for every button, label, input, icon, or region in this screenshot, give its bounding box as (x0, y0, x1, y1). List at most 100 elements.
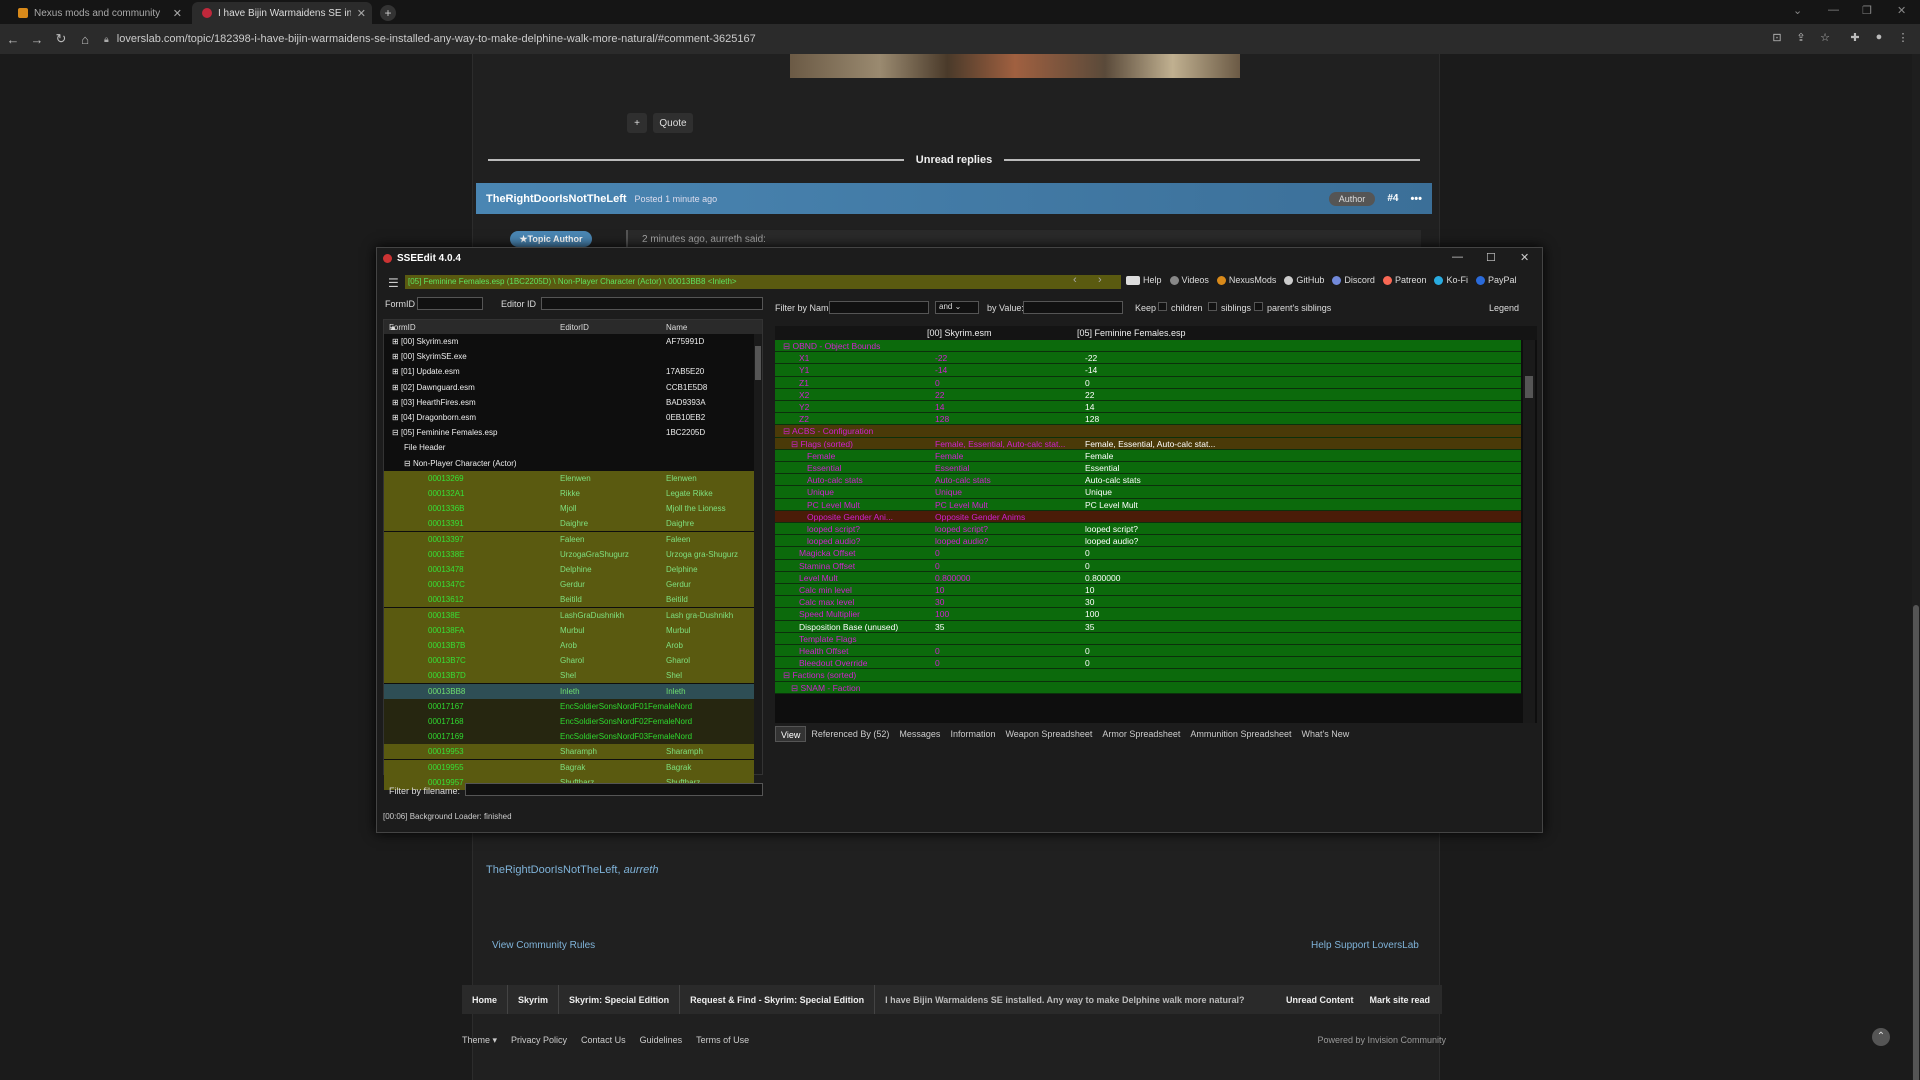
theme-menu[interactable]: Theme ▾ (462, 1035, 497, 1046)
close-window-icon[interactable]: ✕ (1897, 4, 1906, 17)
collapse-icon[interactable]: ⊟ (404, 459, 413, 468)
tree-row[interactable]: 000132A1 Rikke Legate Rikke (384, 486, 754, 501)
scrollbar-thumb[interactable] (1913, 605, 1919, 1080)
scrollbar-thumb[interactable] (1525, 376, 1533, 398)
discord-link[interactable]: Discord (1332, 275, 1375, 285)
tree-row[interactable]: 0001336B Mjoll Mjoll the Lioness (384, 501, 754, 517)
tree-row[interactable]: ⊟ Non-Player Character (Actor) (384, 456, 754, 471)
tree-row[interactable]: ⊞ [04] Dragonborn.esm 0EB10EB2 (384, 410, 754, 425)
tree-row[interactable]: 00013269 Elenwen Elenwen (384, 470, 754, 486)
tree-row[interactable]: ⊟ [05] Feminine Females.esp 1BC2205D (384, 425, 754, 440)
editorid-input[interactable] (541, 297, 763, 310)
tree-row[interactable]: 00013BB8 Inleth Inleth (384, 683, 754, 699)
breadcrumb-skyrim[interactable]: Skyrim (508, 985, 560, 1014)
grid-row[interactable]: X1 -22 -22 (775, 352, 1521, 365)
grid-row[interactable]: ⊟ Factions (sorted) (775, 669, 1521, 682)
share-icon[interactable]: ⇪ (1794, 31, 1808, 45)
mark-site-read-link[interactable]: Mark site read (1369, 995, 1430, 1005)
expand-icon[interactable]: ⊞ (392, 352, 401, 361)
back-icon[interactable]: ← (2, 32, 24, 47)
view-tab[interactable]: Armor Spreadsheet (1097, 726, 1185, 742)
plus-button[interactable]: + (627, 113, 647, 133)
and-or-select[interactable]: and ⌄ (935, 301, 979, 314)
expand-icon[interactable]: ⊞ (392, 383, 401, 392)
grid-row[interactable]: Female Female Female (775, 449, 1521, 462)
grid-row[interactable]: Template Flags (775, 632, 1521, 645)
grid-row[interactable]: looped audio? looped audio? looped audio? (775, 535, 1521, 548)
grid-row[interactable]: Y1 -14 -14 (775, 364, 1521, 377)
tree-row[interactable]: 00013397 Faleen Faleen (384, 531, 754, 547)
nav-forward-icon[interactable]: › (1098, 274, 1102, 286)
address-bar[interactable]: 🔒︎ loverslab.com/topic/182398-i-have-bij… (104, 29, 1744, 49)
view-tab[interactable]: Messages (894, 726, 945, 742)
grid-row[interactable]: Speed Multiplier 100 100 (775, 608, 1521, 621)
collapse-icon[interactable]: ⊟ (783, 426, 792, 436)
tree-row[interactable]: 00013B7C Gharol Gharol (384, 653, 754, 669)
tree-row[interactable]: ⊞ [03] HearthFires.esm BAD9393A (384, 395, 754, 410)
tree-row[interactable]: 000138E LashGraDushnikh Lash gra-Dushnikh (384, 607, 754, 623)
col-formid[interactable]: FormID ▲ (389, 323, 416, 332)
nexusmods-link[interactable]: NexusMods (1216, 275, 1276, 285)
grid-row[interactable]: ⊟ OBND - Object Bounds (775, 340, 1521, 353)
unread-content-link[interactable]: Unread Content (1286, 995, 1354, 1005)
grid-row[interactable]: Level Mult 0.800000 0.800000 (775, 571, 1521, 584)
close-tab-icon[interactable]: ✕ (357, 7, 366, 20)
breadcrumb-skyrim-se[interactable]: Skyrim: Special Edition (559, 985, 681, 1014)
kofi-link[interactable]: Ko-Fi (1434, 275, 1468, 285)
grid-row[interactable]: Calc max level 30 30 (775, 596, 1521, 609)
grid-row[interactable]: Calc min level 10 10 (775, 584, 1521, 597)
post-number-link[interactable]: #4 (1387, 193, 1398, 204)
view-tab[interactable]: What's New (1296, 726, 1354, 742)
grid-row[interactable]: Stamina Offset 0 0 (775, 559, 1521, 572)
tree-row[interactable]: File Header (384, 440, 754, 455)
patreon-link[interactable]: Patreon (1382, 275, 1426, 285)
col-editorid[interactable]: EditorID (560, 323, 589, 332)
tree-row[interactable]: 00013391 Daighre Daighre (384, 516, 754, 532)
tree-row[interactable]: 00013B7B Arob Arob (384, 638, 754, 653)
mention-quoted-link[interactable]: aurreth (624, 864, 659, 876)
contact-us-link[interactable]: Contact Us (581, 1035, 626, 1046)
tree-row[interactable]: ⊞ [02] Dawnguard.esm CCB1E5D8 (384, 380, 754, 395)
grid-row[interactable]: PC Level Mult PC Level Mult PC Level Mult (775, 498, 1521, 511)
tree-row[interactable]: ⊞ [01] Update.esm 17AB5E20 (384, 364, 754, 379)
grid-row[interactable]: looped script? looped script? looped scrip… (775, 523, 1521, 536)
browser-tab-nexus[interactable]: Nexus mods and community ✕ (8, 2, 188, 24)
new-tab-button[interactable]: + (380, 5, 396, 21)
grid-row[interactable]: Auto-calc stats Auto-calc stats Auto-calc … (775, 474, 1521, 487)
tree-row[interactable]: 00013B7D Shel Shel (384, 668, 754, 684)
post-options-icon[interactable]: ••• (1410, 193, 1422, 205)
tree-row[interactable]: 0001338E UrzogaGraShugurz Urzoga gra-Shugu… (384, 546, 754, 562)
tree-row[interactable]: 00013612 Beitild Beitild (384, 592, 754, 608)
install-app-icon[interactable]: ⊡ (1770, 31, 1784, 45)
menu-kebab-icon[interactable]: ⋮ (1896, 31, 1910, 45)
grid-row[interactable]: ⊟ ACBS - Configuration (775, 425, 1521, 438)
legend-button[interactable]: Legend (1489, 303, 1519, 313)
mention-author-link[interactable]: TheRightDoorIsNotTheLeft, (486, 864, 621, 876)
tree-row[interactable]: 0001347C Gerdur Gerdur (384, 577, 754, 593)
reload-icon[interactable]: ↻ (50, 31, 72, 47)
terms-of-use-link[interactable]: Terms of Use (696, 1035, 749, 1046)
quote-button[interactable]: Quote (653, 113, 693, 133)
tree-row[interactable]: 00017167 EncSoldierSonsNordF01FemaleNord (384, 698, 754, 714)
col-name[interactable]: Name (666, 323, 687, 332)
tree-row[interactable]: 000138FA Murbul Murbul (384, 622, 754, 638)
scrollbar-thumb[interactable] (755, 346, 761, 380)
tree-row[interactable]: 00019953 Sharamph Sharamph (384, 744, 754, 760)
community-rules-link[interactable]: View Community Rules (492, 940, 595, 951)
help-support-link[interactable]: Help Support LoversLab (1311, 940, 1419, 951)
extensions-icon[interactable]: ✚ (1848, 31, 1862, 45)
siblings-checkbox[interactable] (1208, 302, 1217, 311)
maximize-icon[interactable]: ❐ (1862, 4, 1872, 17)
breadcrumb-request-find[interactable]: Request & Find - Skyrim: Special Edition (680, 985, 876, 1014)
tree-row[interactable]: 00017169 EncSoldierSonsNordF03FemaleNord (384, 729, 754, 745)
view-tab[interactable]: Weapon Spreadsheet (1000, 726, 1097, 742)
grid-row[interactable]: Unique Unique Unique (775, 486, 1521, 499)
grid-row[interactable]: Z1 0 0 (775, 376, 1521, 389)
expand-icon[interactable]: ⊞ (392, 413, 401, 422)
tree-row[interactable]: ⊞ [00] Skyrim.esm AF75991D (384, 334, 754, 349)
grid-row[interactable]: Magicka Offset 0 0 (775, 547, 1521, 560)
privacy-policy-link[interactable]: Privacy Policy (511, 1035, 567, 1046)
paypal-link[interactable]: PayPal (1475, 275, 1517, 285)
view-tab[interactable]: Referenced By (52) (806, 726, 894, 742)
guidelines-link[interactable]: Guidelines (640, 1035, 683, 1046)
